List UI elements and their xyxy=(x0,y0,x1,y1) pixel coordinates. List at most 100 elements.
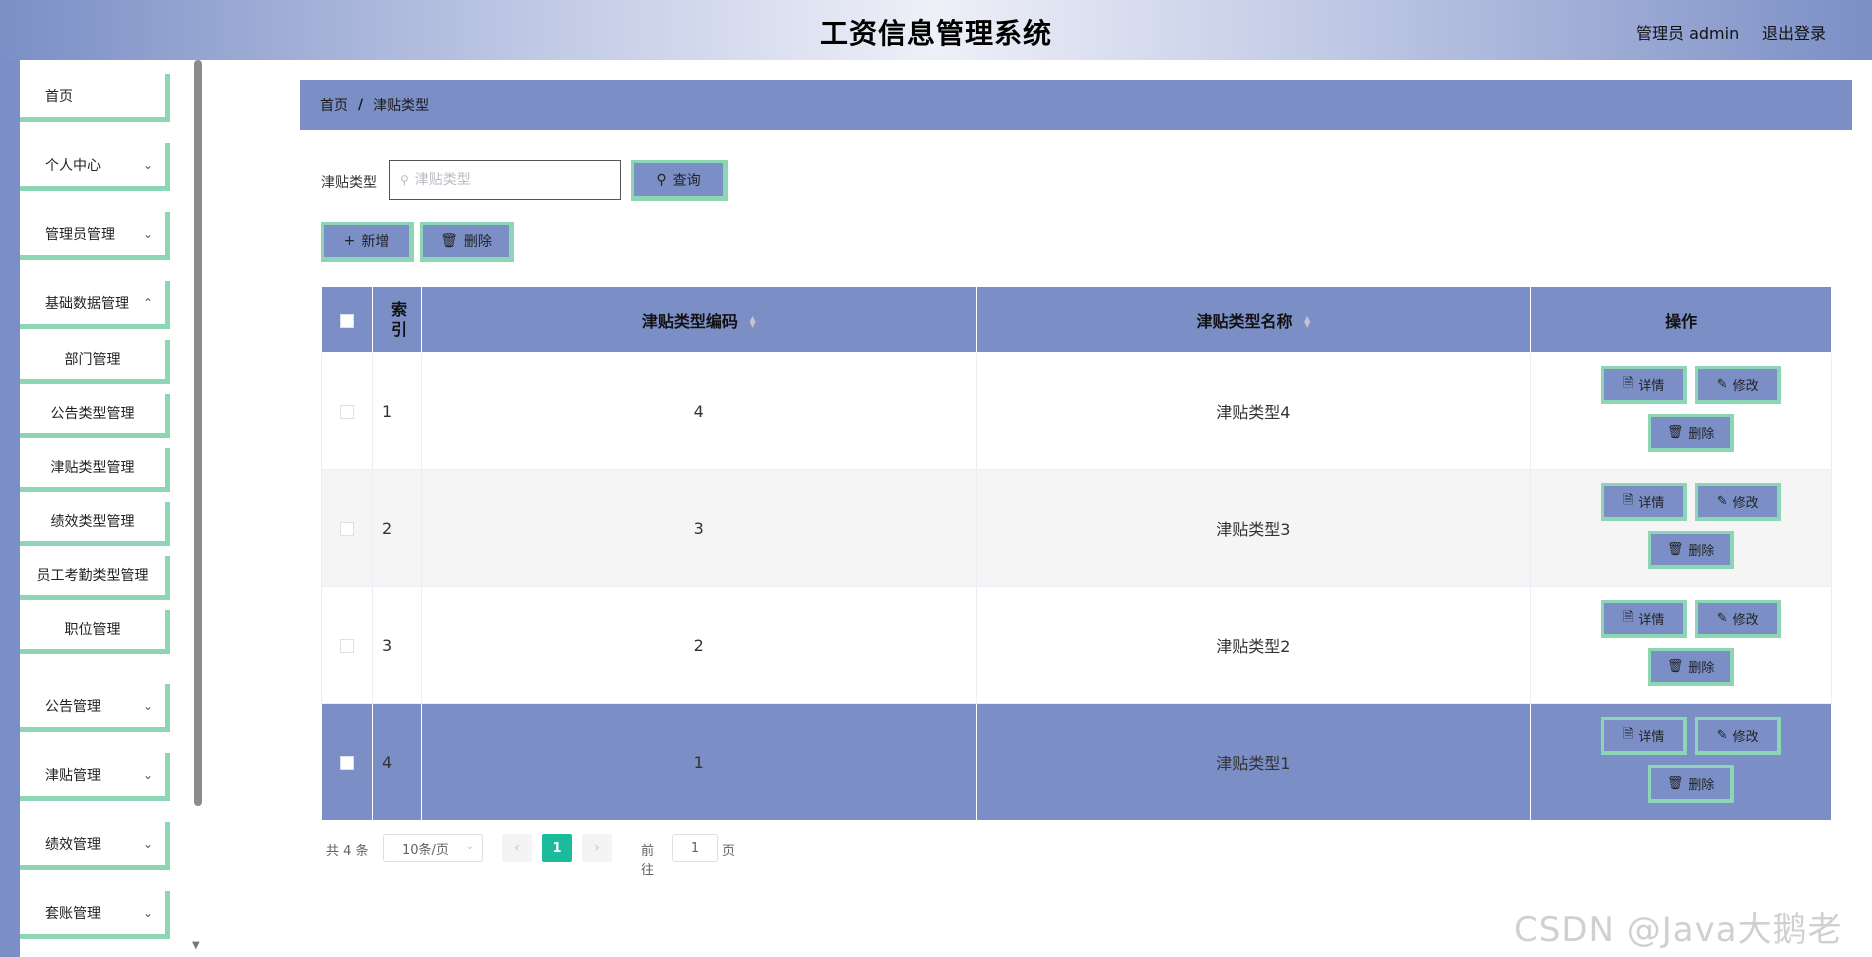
sidebar-item-label: 首页 xyxy=(45,88,73,105)
sidebar-subitem-allowance-type[interactable]: 津贴类型管理 xyxy=(20,448,170,492)
table-row: 2 3 津贴类型3 🗎 详情 ✎ 修改 🗑 删除 xyxy=(321,469,1832,587)
row-checkbox[interactable] xyxy=(339,405,354,419)
page-number-current[interactable]: 1 xyxy=(542,834,572,862)
document-icon: 🗎 xyxy=(1622,492,1634,508)
delete-button[interactable]: 🗑 删除 xyxy=(1648,648,1735,686)
sidebar-item-label: 管理员管理 xyxy=(45,226,115,243)
sidebar-item-personal-center[interactable]: 个人中心 ⌄ xyxy=(20,143,170,191)
sidebar-item-label: 绩效管理 xyxy=(45,836,101,853)
add-button[interactable]: + 新增 xyxy=(321,222,414,262)
pencil-icon: ✎ xyxy=(1716,728,1728,743)
edit-button[interactable]: ✎ 修改 xyxy=(1695,717,1782,755)
header-checkbox-cell xyxy=(321,286,373,353)
sort-icon[interactable]: ▲ ▼ xyxy=(749,315,755,329)
edit-button[interactable]: ✎ 修改 xyxy=(1695,483,1782,521)
trash-icon: 🗑 xyxy=(440,233,458,249)
select-all-checkbox[interactable] xyxy=(339,313,354,328)
header-code[interactable]: 津贴类型编码 ▲ ▼ xyxy=(420,286,977,353)
detail-button[interactable]: 🗎 详情 xyxy=(1601,366,1688,404)
row-code: 1 xyxy=(420,703,977,821)
detail-label: 详情 xyxy=(1638,379,1665,394)
sidebar-item-label: 津贴管理 xyxy=(45,767,101,784)
sidebar-item-notice-management[interactable]: 公告管理 ⌄ xyxy=(20,684,170,732)
query-button[interactable]: ⚲ 查询 xyxy=(631,160,728,201)
row-name: 津贴类型3 xyxy=(975,469,1532,587)
row-index: 4 xyxy=(371,703,422,821)
row-ops: 🗎 详情 ✎ 修改 🗑 删除 xyxy=(1530,352,1832,470)
header-name[interactable]: 津贴类型名称 ▲ ▼ xyxy=(975,286,1532,353)
batch-delete-button-label: 删除 xyxy=(463,234,492,250)
current-user-label: 管理员 admin xyxy=(1636,24,1740,43)
scroll-down-arrow-icon[interactable]: ▼ xyxy=(192,940,200,951)
edit-button[interactable]: ✎ 修改 xyxy=(1695,600,1782,638)
sidebar-item-allowance-management[interactable]: 津贴管理 ⌄ xyxy=(20,753,170,801)
sidebar-item-label: 公告管理 xyxy=(45,698,101,715)
detail-button[interactable]: 🗎 详情 xyxy=(1601,600,1688,638)
sidebar-item-performance-management[interactable]: 绩效管理 ⌄ xyxy=(20,822,170,870)
document-icon: 🗎 xyxy=(1622,726,1634,742)
search-input-wrapper[interactable]: ⚲ xyxy=(389,160,621,200)
search-label: 津贴类型 xyxy=(321,175,377,191)
goto-page-input[interactable] xyxy=(672,834,718,862)
page-size-select[interactable]: 10条/页 ⌄ xyxy=(383,834,483,862)
row-checkbox[interactable] xyxy=(339,522,354,536)
trash-icon: 🗑 xyxy=(1666,542,1684,557)
page-size-value: 10条/页 xyxy=(402,842,449,858)
detail-button[interactable]: 🗎 详情 xyxy=(1601,483,1688,521)
delete-button[interactable]: 🗑 删除 xyxy=(1648,531,1735,569)
row-checkbox[interactable] xyxy=(339,756,354,770)
watermark-text: CSDN @Java大鹅老师 xyxy=(1514,910,1843,950)
batch-delete-button[interactable]: 🗑 删除 xyxy=(420,222,514,262)
sidebar-subitem-attendance-type[interactable]: 员工考勤类型管理 xyxy=(20,556,170,600)
row-checkbox[interactable] xyxy=(339,639,354,653)
detail-button[interactable]: 🗎 详情 xyxy=(1601,717,1688,755)
row-checkbox-cell xyxy=(321,586,373,704)
sidebar-item-ledger-management[interactable]: 套账管理 ⌄ xyxy=(20,891,170,939)
breadcrumb-current: 津贴类型 xyxy=(373,98,430,114)
chevron-left-icon: ‹ xyxy=(514,840,520,856)
pencil-icon: ✎ xyxy=(1716,611,1728,626)
row-index: 1 xyxy=(371,352,422,470)
row-ops: 🗎 详情 ✎ 修改 🗑 删除 xyxy=(1530,586,1832,704)
sort-icon[interactable]: ▲ ▼ xyxy=(1304,315,1310,329)
row-checkbox-cell xyxy=(321,352,373,470)
chevron-right-icon: › xyxy=(594,840,600,856)
sidebar-item-home[interactable]: 首页 xyxy=(20,74,170,122)
sidebar-subitem-notice-type[interactable]: 公告类型管理 xyxy=(20,394,170,438)
trash-icon: 🗑 xyxy=(1666,659,1684,674)
delete-button[interactable]: 🗑 删除 xyxy=(1648,765,1735,803)
logout-link[interactable]: 退出登录 xyxy=(1762,20,1826,44)
row-code: 4 xyxy=(420,352,977,470)
edit-button[interactable]: ✎ 修改 xyxy=(1695,366,1782,404)
header-ops: 操作 xyxy=(1530,286,1832,353)
next-page-button[interactable]: › xyxy=(582,834,612,862)
sidebar-item-admin-management[interactable]: 管理员管理 ⌄ xyxy=(20,212,170,260)
header-code-label: 津贴类型编码 xyxy=(641,311,738,331)
document-icon: 🗎 xyxy=(1622,609,1634,625)
chevron-down-icon: ⌄ xyxy=(142,906,153,920)
edit-label: 修改 xyxy=(1732,730,1759,745)
search-icon: ⚲ xyxy=(656,171,667,188)
edit-label: 修改 xyxy=(1732,613,1759,628)
breadcrumb-home[interactable]: 首页 xyxy=(320,95,348,115)
pencil-icon: ✎ xyxy=(1716,494,1728,509)
sidebar-scrollbar-thumb[interactable] xyxy=(194,60,202,806)
sidebar-subitem-position[interactable]: 职位管理 xyxy=(20,610,170,654)
header-ops-label: 操作 xyxy=(1665,311,1698,331)
chevron-down-icon: ⌄ xyxy=(142,158,153,172)
table-row-highlighted: 4 1 津贴类型1 🗎 详情 ✎ 修改 🗑 删除 xyxy=(321,703,1832,821)
table-row: 3 2 津贴类型2 🗎 详情 ✎ 修改 🗑 删除 xyxy=(321,586,1832,704)
sidebar-subitem-performance-type[interactable]: 绩效类型管理 xyxy=(20,502,170,546)
row-index: 2 xyxy=(371,469,422,587)
sidebar-item-basic-data-management[interactable]: 基础数据管理 ⌃ xyxy=(20,281,170,329)
chevron-down-icon: ⌄ xyxy=(142,768,153,782)
query-button-label: 查询 xyxy=(672,172,701,189)
search-input[interactable] xyxy=(414,172,605,188)
delete-button[interactable]: 🗑 删除 xyxy=(1648,414,1735,452)
delete-label: 删除 xyxy=(1688,427,1715,442)
sidebar-subitem-department[interactable]: 部门管理 xyxy=(20,340,170,384)
prev-page-button[interactable]: ‹ xyxy=(502,834,532,862)
sidebar-item-label: 基础数据管理 xyxy=(45,295,129,312)
sidebar-item-label: 套账管理 xyxy=(45,905,101,922)
row-name: 津贴类型2 xyxy=(975,586,1532,704)
